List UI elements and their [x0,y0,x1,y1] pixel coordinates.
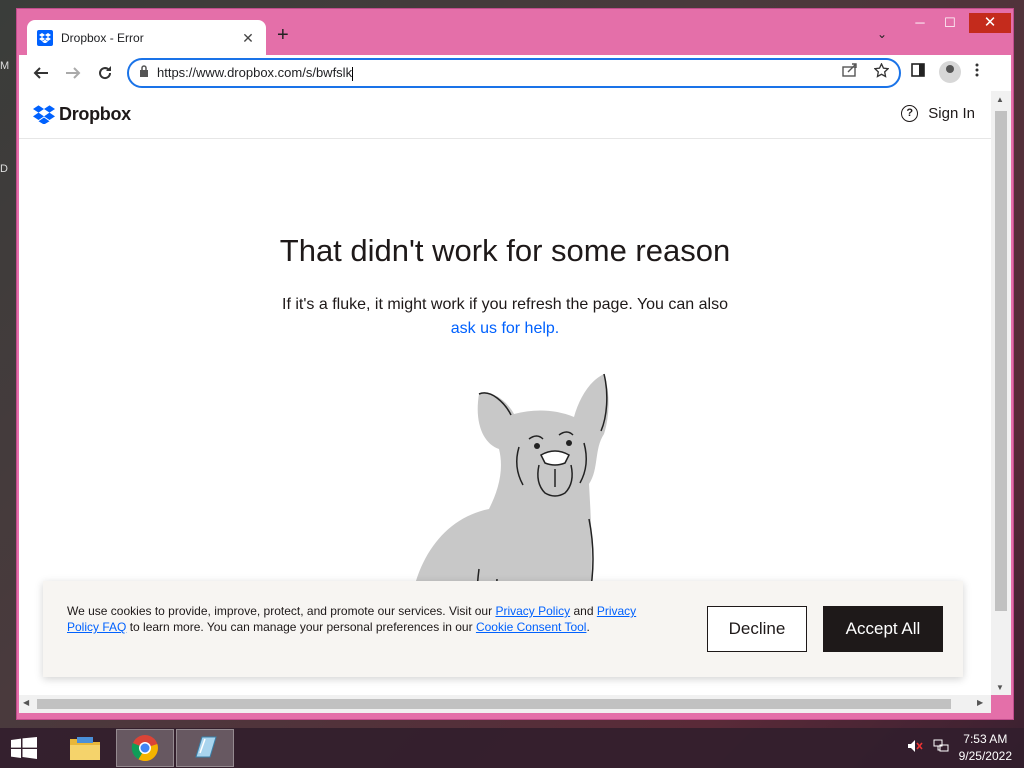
menu-kebab-icon[interactable] [975,63,979,82]
clock-date: 9/25/2022 [958,749,1012,763]
vertical-scroll-thumb[interactable] [995,111,1007,611]
cookie-banner: We use cookies to provide, improve, prot… [43,581,963,677]
error-headline: That didn't work for some reason [279,233,731,268]
clock-time: 7:53 AM [963,732,1008,746]
help-icon[interactable]: ? [901,105,919,122]
maximize-button[interactable]: ☐ [935,13,965,33]
cookie-text-3: to learn more. You can manage your perso… [129,620,473,634]
new-tab-button[interactable]: + [277,25,289,45]
volume-muted-icon[interactable] [907,739,923,758]
tab-search-chevron-icon[interactable]: ⌄ [877,27,887,41]
dropbox-favicon [37,30,53,46]
minimize-button[interactable]: ─ [905,13,935,33]
accept-all-button[interactable]: Accept All [823,606,943,652]
address-bar[interactable]: https://www.dropbox.com/s/bwfslk [127,58,901,88]
horizontal-scrollbar[interactable]: ◀ ▶ [19,695,991,713]
sign-in-link[interactable]: ? Sign In [901,105,975,122]
system-tray: 7:53 AM 9/25/2022 [907,728,1012,768]
cookie-text-2: and [573,604,594,618]
file-explorer-icon[interactable] [56,729,114,767]
share-icon[interactable] [842,63,858,83]
start-button[interactable] [0,728,48,768]
privacy-policy-link[interactable]: Privacy Policy [495,604,570,618]
scroll-right-icon[interactable]: ▶ [977,698,983,707]
clock[interactable]: 7:53 AM 9/25/2022 [959,731,1012,765]
horizontal-scroll-thumb[interactable] [37,699,951,709]
dropbox-logo[interactable]: Dropbox [33,104,131,125]
tab-title: Dropbox - Error [61,31,144,45]
page-viewport: Dropbox ? Sign In That didn't work for s… [19,91,991,695]
desktop-fragment: D [0,163,8,175]
vertical-scrollbar[interactable]: ▲ ▼ [991,91,1011,695]
ask-for-help-link[interactable]: ask us for help. [451,320,560,337]
forward-arrow-icon[interactable] [57,57,89,89]
error-subtext-text: If it's a fluke, it might work if you re… [282,296,728,313]
network-icon[interactable] [933,739,949,758]
close-window-button[interactable]: ✕ [969,13,1011,33]
browser-toolbar: https://www.dropbox.com/s/bwfslk [19,55,1011,91]
side-panel-icon[interactable] [911,62,925,82]
scroll-up-icon[interactable]: ▲ [996,95,1004,104]
cookie-consent-tool-link[interactable]: Cookie Consent Tool [476,620,587,634]
url-text[interactable]: https://www.dropbox.com/s/bwfslk [157,65,842,81]
lock-icon[interactable] [139,64,149,82]
cookie-text: We use cookies to provide, improve, prot… [67,603,647,635]
url-value: https://www.dropbox.com/s/bwfslk [157,65,353,81]
windows-logo-icon [11,737,37,759]
profile-avatar-icon[interactable] [939,61,961,83]
title-bar: Dropbox - Error ✕ + ⌄ ─ ☐ ✕ [17,9,1013,56]
notepad-taskbar-icon[interactable] [176,729,234,767]
bookmark-star-icon[interactable] [873,62,890,83]
back-arrow-icon[interactable] [25,57,57,89]
tab-close-icon[interactable]: ✕ [240,30,256,47]
sign-in-label: Sign In [928,105,975,122]
cookie-text-1: We use cookies to provide, improve, prot… [67,604,493,618]
desktop-fragment: M [0,60,10,72]
scroll-left-icon[interactable]: ◀ [23,698,29,707]
browser-window: Dropbox - Error ✕ + ⌄ ─ ☐ ✕ https://www.… [16,8,1014,720]
scroll-down-icon[interactable]: ▼ [996,683,1004,692]
error-subtext: If it's a fluke, it might work if you re… [19,293,991,341]
tab-dropbox-error[interactable]: Dropbox - Error ✕ [27,20,266,56]
cookie-text-4: . [586,620,590,634]
dropbox-logo-icon [33,105,55,124]
decline-button[interactable]: Decline [707,606,807,652]
reload-icon[interactable] [89,57,121,89]
site-header: Dropbox ? Sign In [19,91,991,139]
chrome-taskbar-icon[interactable] [116,729,174,767]
logo-text: Dropbox [59,104,131,124]
taskbar: 7:53 AM 9/25/2022 [0,728,1024,768]
